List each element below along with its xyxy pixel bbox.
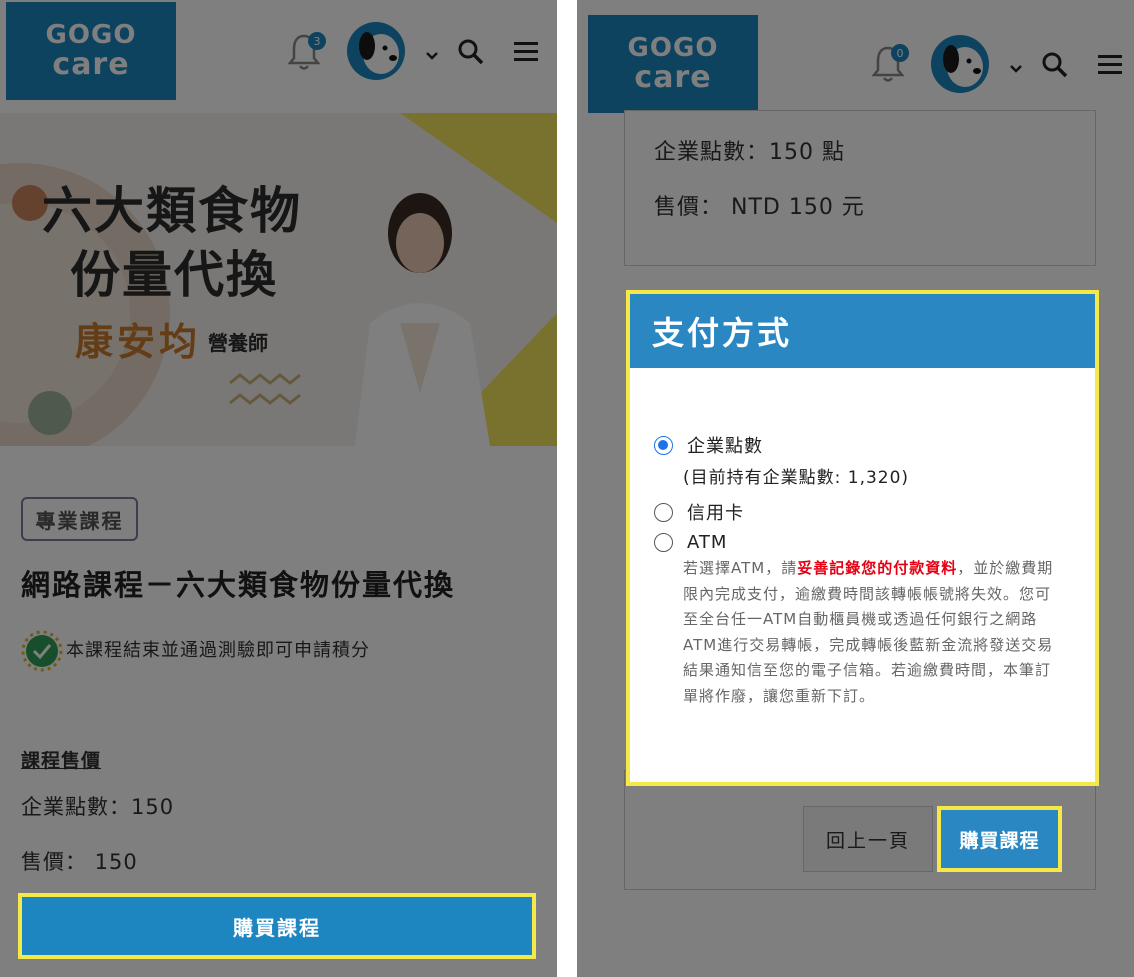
chevron-down-icon[interactable] — [425, 46, 439, 65]
avatar[interactable] — [931, 35, 989, 93]
banner-name: 康安均 — [75, 320, 202, 364]
notification-badge: 3 — [308, 32, 326, 50]
atm-note-before: 若選擇ATM，請 — [683, 559, 798, 577]
course-title: 網路課程－六大類食物份量代換 — [21, 568, 456, 602]
points-held: (目前持有企業點數: 1,320) — [683, 468, 910, 488]
radio-credit-card[interactable] — [654, 502, 673, 522]
logo[interactable]: GOGO care — [6, 2, 176, 100]
sale-price: 售價： NTD 150 元 — [654, 195, 865, 220]
payment-method-panel: 支付方式 企業點數 (目前持有企業點數: 1,320) 信用卡 ATM 若選擇A… — [626, 290, 1099, 786]
payment-option-credit-card[interactable]: 信用卡 — [654, 499, 744, 525]
bell-icon[interactable]: 0 — [870, 44, 910, 88]
radio-atm[interactable] — [654, 533, 673, 552]
banner-role: 營養師 — [208, 331, 268, 355]
logo[interactable]: GOGO care — [588, 15, 758, 113]
verified-badge-icon — [21, 630, 63, 676]
notification-badge: 0 — [891, 44, 909, 62]
radio-points[interactable] — [654, 435, 673, 455]
search-icon[interactable] — [458, 39, 484, 69]
points-price: 企業點數：150 點 — [654, 140, 845, 165]
option-label: 信用卡 — [687, 503, 744, 524]
banner-title-1: 六大類食物 — [42, 182, 302, 240]
buy-course-button[interactable]: 購買課程 — [18, 893, 536, 959]
menu-icon[interactable] — [514, 41, 538, 67]
price-section-label: 課程售價 — [21, 750, 102, 772]
logo-text-2: care — [634, 60, 712, 95]
right-screen: GOGO care 0 企業點數：150 點 售價： NTD 150 元 支付方… — [577, 0, 1134, 977]
points-price: 企業點數：150 — [21, 795, 175, 819]
chevron-down-icon[interactable] — [1009, 59, 1023, 78]
avatar[interactable] — [347, 22, 405, 80]
left-screen: GOGO care 3 六大類食物 份量代換 康安均 營養師 專業課程 網路課程… — [0, 0, 557, 977]
course-category-tag: 專業課程 — [21, 497, 138, 541]
sale-price: 售價： 150 — [21, 850, 138, 874]
option-label: 企業點數 — [687, 436, 763, 457]
credit-note: 本課程結束並通過測驗即可申請積分 — [66, 640, 370, 661]
search-icon[interactable] — [1042, 52, 1068, 82]
logo-text-2: care — [52, 47, 130, 82]
buy-course-button[interactable]: 購買課程 — [937, 806, 1062, 872]
logo-text-1: GOGO — [627, 33, 719, 63]
course-banner: 六大類食物 份量代換 康安均 營養師 — [0, 113, 557, 446]
atm-note: 若選擇ATM，請妥善記錄您的付款資料，並於繳費期限內完成支付，逾繳費時間該轉帳帳… — [683, 556, 1065, 709]
payment-option-points[interactable]: 企業點數 — [654, 432, 763, 458]
option-label: ATM — [687, 532, 728, 553]
atm-note-after: ，並於繳費期限內完成支付，逾繳費時間該轉帳帳號將失效。您可至全台任一ATM自動櫃… — [683, 559, 1054, 705]
logo-text-1: GOGO — [45, 20, 137, 50]
banner-title-2: 份量代換 — [70, 246, 278, 304]
bell-icon[interactable]: 3 — [286, 32, 326, 76]
atm-note-warning: 妥善記錄您的付款資料 — [797, 559, 958, 577]
payment-method-header: 支付方式 — [630, 294, 1095, 368]
menu-icon[interactable] — [1098, 54, 1122, 80]
back-button[interactable]: 回上一頁 — [803, 806, 933, 872]
payment-option-atm[interactable]: ATM — [654, 532, 727, 553]
